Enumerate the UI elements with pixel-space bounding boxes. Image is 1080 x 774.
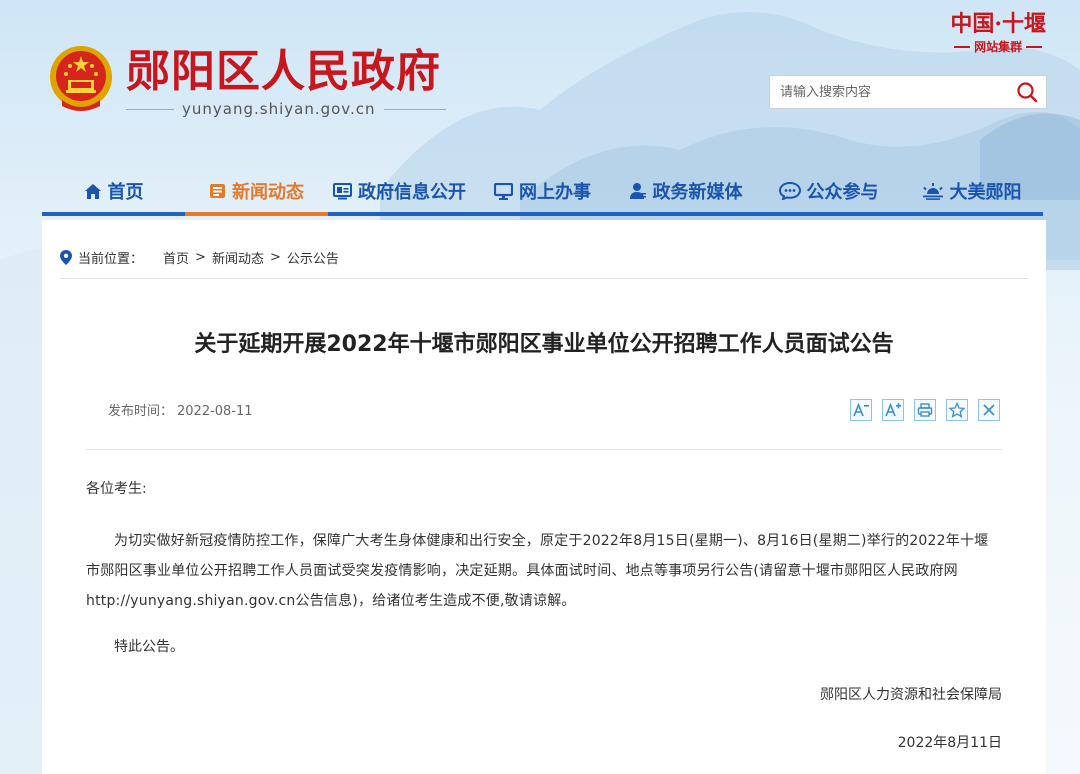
sunrise-icon	[922, 182, 943, 200]
breadcrumb-separator: >	[269, 250, 281, 265]
star-icon	[949, 402, 965, 418]
nav-item-public-participation[interactable]: 公众参与	[757, 170, 900, 212]
breadcrumb-news[interactable]: 新闻动态	[212, 248, 264, 267]
main-nav: 首页 新闻动态 政府信息公开 网上办事 政务新媒体 公众参与 大美郧阳	[42, 170, 1043, 216]
nav-item-gov-info[interactable]: 政府信息公开	[328, 170, 471, 212]
location-pin-icon	[60, 250, 72, 265]
monitor-icon	[494, 182, 513, 200]
font-increase-icon	[885, 402, 901, 417]
nav-item-label: 政府信息公开	[358, 182, 466, 203]
nav-item-online-service[interactable]: 网上办事	[471, 170, 614, 212]
article-closing: 特此公告。	[114, 639, 184, 655]
chat-icon	[778, 182, 801, 200]
divider	[86, 449, 1002, 450]
article-date: 2022年8月11日	[897, 735, 1002, 751]
font-increase-button[interactable]	[882, 399, 904, 421]
publish-label: 发布时间：	[108, 404, 174, 419]
search-button[interactable]	[1008, 76, 1046, 108]
search-icon	[1017, 82, 1038, 103]
site-group-logo[interactable]: 中国·十堰 网站集群	[950, 10, 1046, 55]
site-domain-text: yunyang.shiyan.gov.cn	[182, 100, 376, 118]
group-logo-sub-text: 网站集群	[974, 40, 1023, 54]
nav-item-label: 政务新媒体	[652, 182, 743, 203]
divider	[60, 278, 1028, 279]
close-button[interactable]	[978, 399, 1000, 421]
article-greeting: 各位考生:	[86, 481, 147, 497]
print-button[interactable]	[914, 399, 936, 421]
favorite-button[interactable]	[946, 399, 968, 421]
close-icon	[983, 404, 995, 416]
nav-item-beautiful-yunyang[interactable]: 大美郧阳	[900, 170, 1043, 212]
article-body: 各位考生: 为切实做好新冠疫情防控工作，保障广大考生身体健康和出行安全，原定于2…	[86, 478, 1002, 754]
site-header: 郧阳区人民政府 yunyang.shiyan.gov.cn 中国·十堰 网站集群	[0, 0, 1080, 170]
national-emblem-icon	[50, 46, 112, 111]
nav-item-label: 公众参与	[806, 182, 879, 203]
nav-item-news[interactable]: 新闻动态	[185, 170, 328, 216]
article-title: 关于延期开展2022年十堰市郧阳区事业单位公开招聘工作人员面试公告	[194, 332, 894, 357]
article-signer: 郧阳区人力资源和社会保障局	[820, 687, 1002, 703]
article-paragraph: 为切实做好新冠疫情防控工作，保障广大考生身体健康和出行安全，原定于2022年8月…	[86, 533, 989, 609]
home-icon	[84, 183, 101, 199]
breadcrumb-home[interactable]: 首页	[163, 248, 189, 267]
breadcrumb-label: 当前位置：	[78, 252, 144, 267]
decorative-line	[383, 108, 446, 110]
article-meta: 发布时间： 2022-08-11	[108, 400, 253, 419]
search-input[interactable]	[770, 76, 1008, 108]
breadcrumb-notices[interactable]: 公示公告	[287, 248, 339, 267]
site-title[interactable]: 郧阳区人民政府	[126, 44, 441, 100]
site-domain: yunyang.shiyan.gov.cn	[126, 100, 446, 118]
nav-item-home[interactable]: 首页	[42, 170, 185, 212]
search-box	[769, 75, 1047, 109]
font-decrease-icon	[853, 402, 869, 417]
group-logo-sub: 网站集群	[950, 38, 1046, 55]
nav-item-label: 新闻动态	[232, 182, 304, 203]
nav-item-label: 网上办事	[519, 182, 591, 203]
nav-item-new-media[interactable]: 政务新媒体	[614, 170, 757, 212]
media-icon	[629, 183, 646, 199]
font-decrease-button[interactable]	[850, 399, 872, 421]
nav-item-label: 大美郧阳	[949, 182, 1022, 203]
decorative-dash	[1026, 45, 1043, 48]
decorative-dash	[954, 45, 971, 48]
article-card: 当前位置： 首页 > 新闻动态 > 公示公告 关于延期开展2022年十堰市郧阳区…	[42, 220, 1046, 774]
print-icon	[917, 403, 933, 417]
nav-item-label: 首页	[107, 182, 144, 203]
breadcrumb: 当前位置： 首页 > 新闻动态 > 公示公告	[60, 248, 339, 267]
breadcrumb-separator: >	[195, 250, 206, 265]
group-logo-main: 中国·十堰	[950, 11, 1046, 37]
publish-date: 2022-08-11	[177, 404, 253, 419]
info-icon	[333, 182, 352, 199]
decorative-line	[126, 108, 174, 110]
article-tools	[850, 399, 1000, 421]
news-icon	[210, 184, 225, 198]
